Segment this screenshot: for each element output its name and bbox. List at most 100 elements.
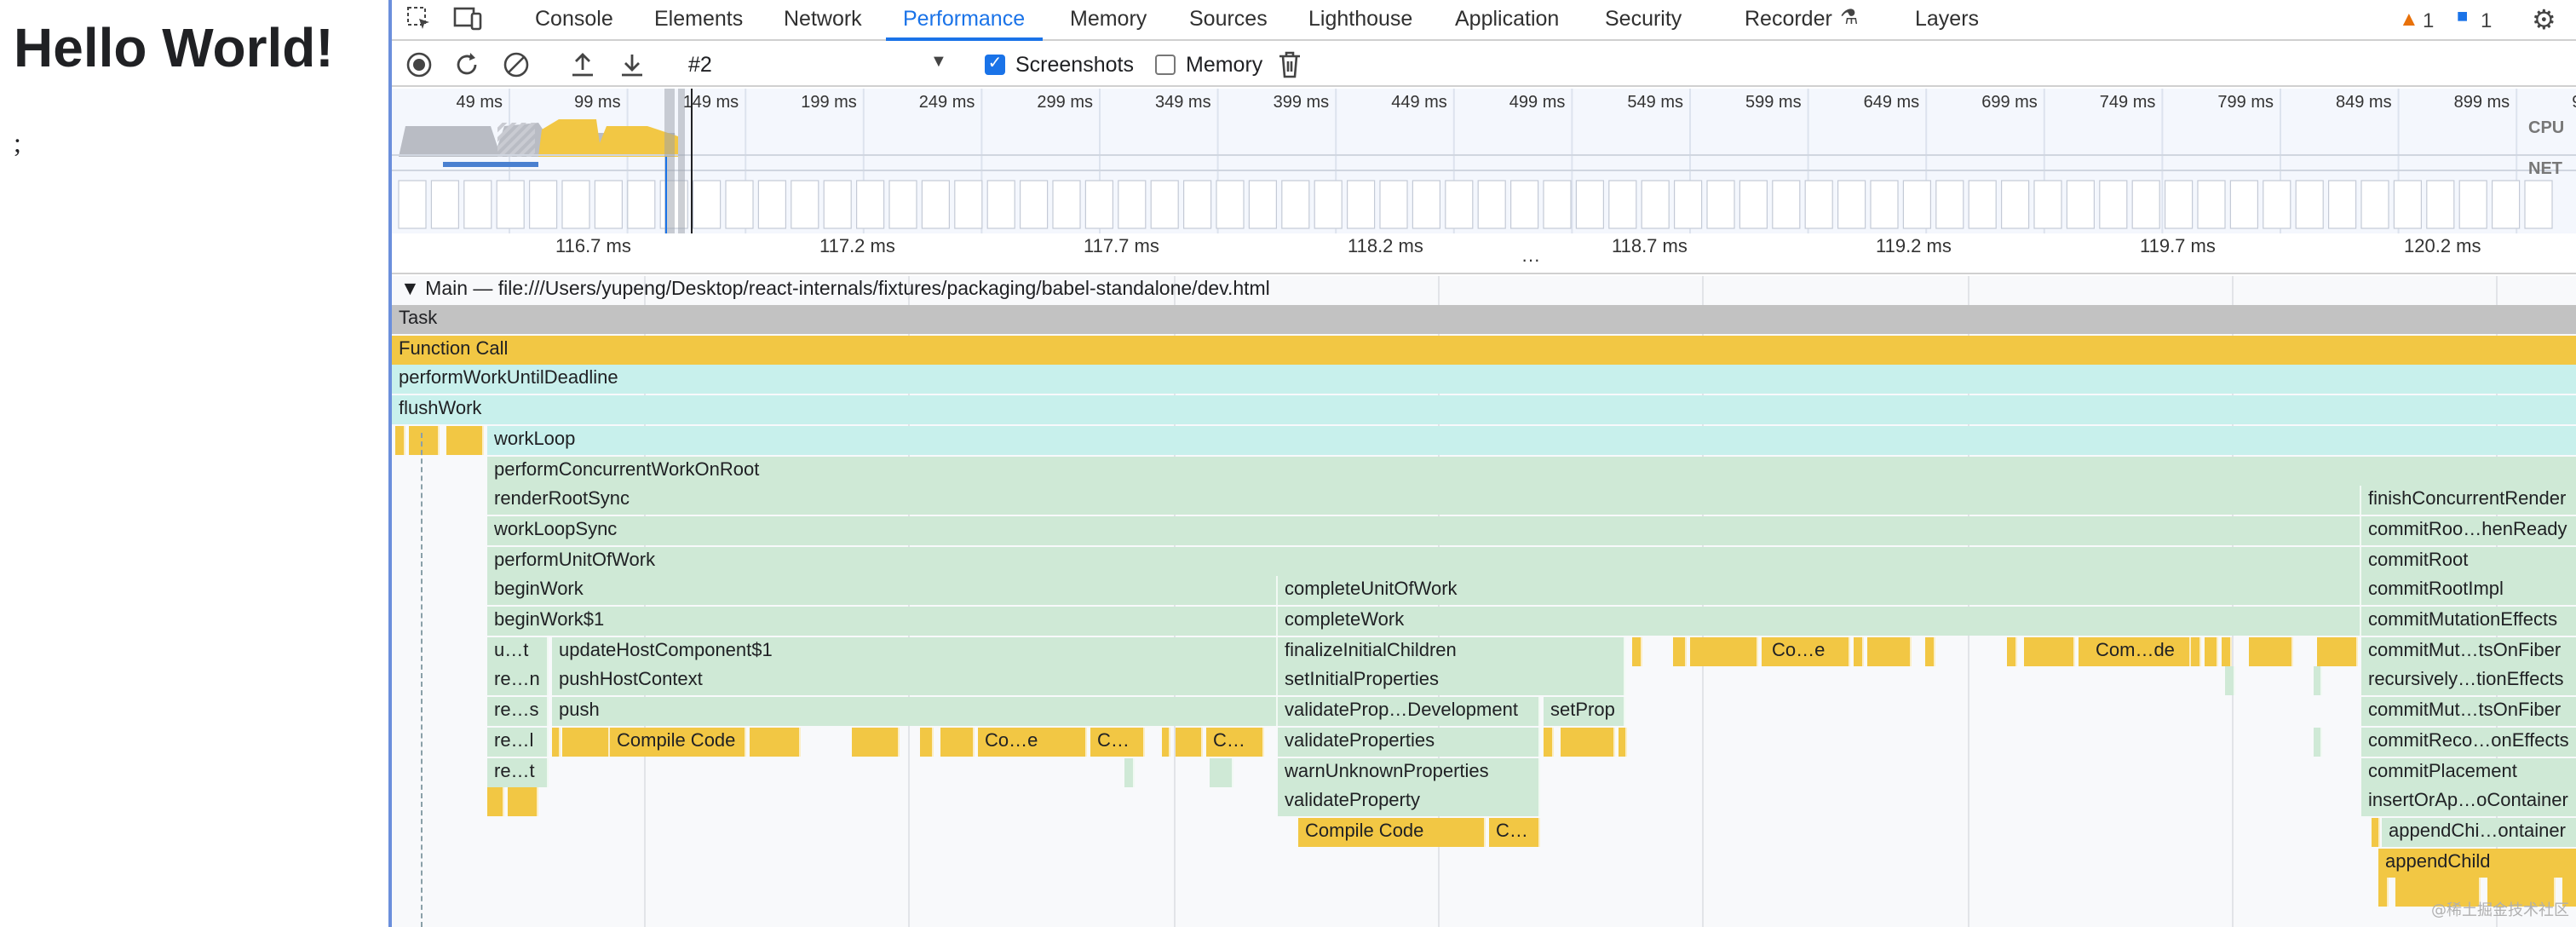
flame-event-slice[interactable] [1925, 636, 1935, 666]
flame-event[interactable]: u…t [487, 636, 549, 666]
flame-event-slice[interactable] [1690, 636, 1758, 666]
flame-event[interactable]: re…n [487, 666, 549, 696]
memory-checkbox[interactable] [1155, 55, 1176, 75]
flame-event[interactable]: commitMutationEffects [2361, 607, 2576, 636]
trash-icon[interactable] [1278, 51, 1302, 83]
flame-event-slice[interactable] [2225, 666, 2235, 696]
resize-handle-dots[interactable]: ··· [1521, 250, 1540, 271]
flame-event-slice[interactable] [1210, 757, 1233, 786]
tab-security[interactable]: Security [1605, 0, 1682, 41]
flame-event[interactable]: performUnitOfWork [487, 546, 2361, 576]
download-icon[interactable] [618, 51, 646, 83]
flame-event-slice[interactable] [395, 425, 405, 455]
flame-event[interactable]: finishConcurrentRender [2361, 486, 2576, 515]
tab-lighthouse[interactable]: Lighthouse [1308, 0, 1412, 41]
flame-event[interactable]: C… [1489, 817, 1540, 847]
flame-event-slice[interactable] [2334, 636, 2358, 666]
tab-console[interactable]: Console [535, 0, 613, 41]
flame-event-slice[interactable] [2249, 636, 2293, 666]
flame-event-slice[interactable] [508, 787, 538, 817]
flame-event[interactable]: warnUnknownProperties [1278, 757, 1540, 786]
flame-event[interactable]: Function Call [392, 335, 2576, 365]
flame-event-slice[interactable] [920, 727, 934, 757]
flame-event[interactable]: commitRoot [2361, 546, 2576, 576]
flame-event[interactable]: validateProperties [1278, 727, 1540, 757]
flame-event-slice[interactable] [1544, 727, 1554, 757]
flame-event-slice[interactable] [2372, 817, 2380, 847]
profile-select[interactable]: #2 [688, 53, 712, 77]
main-track-header[interactable]: ▼ Main — file:///Users/yupeng/Desktop/re… [400, 276, 1270, 305]
flame-event[interactable]: re…t [487, 757, 549, 786]
flame-event-slice[interactable] [562, 727, 610, 757]
settings-gear-icon[interactable]: ⚙ [2532, 3, 2556, 37]
flame-event-slice[interactable] [2378, 878, 2389, 907]
flame-event-slice[interactable] [750, 727, 801, 757]
flame-event[interactable]: appendChi…ontainer [2382, 817, 2576, 847]
flame-event[interactable]: performConcurrentWorkOnRoot [487, 456, 2576, 485]
flame-event[interactable]: completeUnitOfWork [1278, 576, 2361, 606]
flame-event[interactable]: renderRootSync [487, 486, 2361, 515]
flame-event-slice[interactable] [552, 727, 561, 757]
flame-event[interactable]: Task [392, 305, 2576, 334]
flame-event[interactable]: commitRoo…henReady [2361, 515, 2576, 545]
flame-event[interactable]: commitPlacement [2361, 757, 2576, 786]
flame-event-slice[interactable] [2205, 636, 2218, 666]
flame-event[interactable]: push [552, 697, 1278, 727]
tab-sources[interactable]: Sources [1189, 0, 1268, 41]
flame-event[interactable]: updateHostComponent$1 [552, 636, 1278, 666]
flame-event[interactable]: workLoop [487, 425, 2576, 455]
tab-layers[interactable]: Layers [1915, 0, 1979, 41]
flame-event-slice[interactable] [2314, 727, 2322, 757]
tab-application[interactable]: Application [1455, 0, 1559, 41]
timeline-overview[interactable]: 49 ms 99 ms 149 ms 199 ms 249 ms 299 ms 349 ms… [392, 89, 2576, 233]
inspect-element-icon[interactable] [405, 5, 433, 37]
flame-event-slice[interactable] [487, 787, 504, 817]
flame-event[interactable]: Compile Code [1298, 817, 1486, 847]
flame-event[interactable]: re…l [487, 727, 549, 757]
flame-event-slice[interactable] [2007, 636, 2017, 666]
flame-event[interactable]: setInitialProperties [1278, 666, 1625, 696]
flame-event[interactable]: commitMut…tsOnFiber [2361, 697, 2576, 727]
flame-event[interactable]: pushHostContext [552, 666, 1278, 696]
clear-icon[interactable] [503, 51, 530, 83]
flame-event-slice[interactable] [446, 425, 484, 455]
flame-event[interactable]: setProp [1544, 697, 1625, 727]
upload-icon[interactable] [569, 51, 596, 83]
flame-event-slice[interactable] [2024, 636, 2075, 666]
tab-performance[interactable]: Performance [886, 0, 1043, 41]
flame-event[interactable]: insertOrAp…oContainer [2361, 787, 2576, 817]
flame-event[interactable]: validateProperty [1278, 787, 1540, 817]
tab-memory[interactable]: Memory [1070, 0, 1147, 41]
flame-event[interactable]: validateProp…Development [1278, 697, 1540, 727]
tab-elements[interactable]: Elements [654, 0, 743, 41]
flame-event-slice[interactable] [2191, 636, 2201, 666]
flame-event[interactable]: workLoopSync [487, 515, 2361, 545]
flame-event-slice[interactable] [1176, 727, 1203, 757]
flame-event[interactable]: beginWork$1 [487, 607, 1278, 636]
flame-event[interactable]: Co…e [978, 727, 1087, 757]
flame-event-slice[interactable] [1854, 636, 1864, 666]
flame-event[interactable]: appendChild [2378, 848, 2576, 878]
tab-recorder[interactable]: Recorder [1745, 0, 1832, 41]
flame-event-slice[interactable] [2314, 666, 2322, 696]
device-toolbar-icon[interactable] [453, 5, 484, 37]
flame-event-slice[interactable] [409, 425, 440, 455]
tab-network[interactable]: Network [784, 0, 862, 41]
flame-event[interactable]: completeWork [1278, 607, 2361, 636]
flame-event[interactable]: commitReco…onEffects [2361, 727, 2576, 757]
flame-event-slice[interactable] [940, 727, 975, 757]
flame-event-slice[interactable] [1619, 727, 1627, 757]
message-icon[interactable]: ■ [2457, 7, 2468, 27]
reload-icon[interactable] [453, 51, 480, 83]
flame-event-slice[interactable] [1673, 636, 1687, 666]
flame-event[interactable]: re…s [487, 697, 549, 727]
flame-event[interactable]: recursively…tionEffects [2361, 666, 2576, 696]
flame-event[interactable]: C… [1206, 727, 1264, 757]
flame-event[interactable]: Co…e [1765, 636, 1850, 666]
flame-event[interactable]: Compile Code [610, 727, 746, 757]
flame-event[interactable]: flushWork [392, 395, 2576, 425]
flame-event-slice[interactable] [1632, 636, 1642, 666]
screenshots-checkbox[interactable]: ✓ [985, 55, 1005, 75]
record-icon[interactable] [405, 51, 433, 83]
flame-event-slice[interactable] [1162, 727, 1170, 757]
